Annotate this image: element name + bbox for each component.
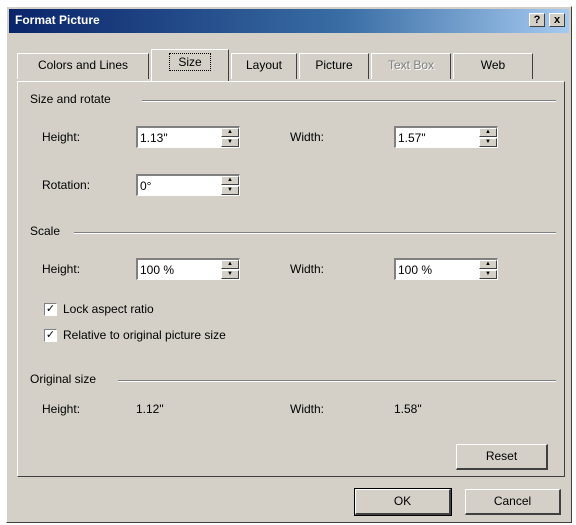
size-height-label: Height:: [42, 130, 81, 144]
tab-picture[interactable]: Picture: [299, 53, 369, 79]
lock-aspect-ratio-label: Lock aspect ratio: [63, 302, 154, 316]
scale-height-spinner[interactable]: ▲ ▼: [136, 258, 240, 280]
size-height-up-arrow-icon[interactable]: ▲: [221, 128, 239, 137]
size-height-input[interactable]: [140, 129, 210, 147]
ok-button[interactable]: OK: [354, 488, 452, 516]
rotation-up-arrow-icon[interactable]: ▲: [221, 176, 239, 185]
tab-web-label: Web: [480, 58, 506, 72]
original-size-separator: [118, 380, 556, 382]
tab-text-box[interactable]: Text Box: [371, 53, 451, 79]
scale-width-up-arrow-icon[interactable]: ▲: [479, 260, 497, 269]
scale-height-input[interactable]: [140, 261, 210, 279]
original-height-label: Height:: [42, 402, 81, 416]
size-height-down-arrow-icon[interactable]: ▼: [221, 138, 239, 147]
tab-layout-label: Layout: [245, 58, 283, 72]
size-height-arrows: ▲ ▼: [221, 128, 239, 147]
relative-original-size-label: Relative to original picture size: [63, 328, 226, 342]
rotation-spinner[interactable]: ▲ ▼: [136, 174, 240, 196]
relative-original-size-check-icon[interactable]: ✓: [44, 328, 57, 342]
size-height-spinner[interactable]: ▲ ▼: [136, 126, 240, 148]
tab-colors-and-lines-label: Colors and Lines: [37, 58, 129, 72]
scale-height-label: Height:: [42, 262, 81, 276]
original-width-label: Width:: [290, 402, 325, 416]
lock-aspect-ratio-check-icon[interactable]: ✓: [44, 302, 57, 316]
tab-text-box-label: Text Box: [387, 58, 435, 72]
scale-separator: [74, 232, 556, 234]
tab-layout[interactable]: Layout: [231, 53, 297, 79]
size-width-input[interactable]: [398, 129, 468, 147]
size-width-label: Width:: [290, 130, 325, 144]
relative-original-size-checkbox[interactable]: ✓ Relative to original picture size: [44, 328, 226, 342]
rotation-label: Rotation:: [42, 178, 91, 192]
title-bar[interactable]: Format Picture ? x: [9, 9, 569, 33]
rotation-arrows: ▲ ▼: [221, 176, 239, 195]
scale-width-label: Width:: [290, 262, 325, 276]
help-button[interactable]: ?: [529, 13, 545, 27]
cancel-button[interactable]: Cancel: [465, 489, 561, 515]
scale-width-arrows: ▲ ▼: [479, 260, 497, 279]
close-button[interactable]: x: [549, 13, 565, 27]
size-width-arrows: ▲ ▼: [479, 128, 497, 147]
original-width-value: 1.58": [394, 402, 422, 416]
scale-height-up-arrow-icon[interactable]: ▲: [221, 260, 239, 269]
size-width-spinner[interactable]: ▲ ▼: [394, 126, 498, 148]
tab-size[interactable]: Size: [151, 49, 229, 81]
tab-bar: Colors and Lines Size Layout Picture Tex…: [17, 47, 547, 83]
reset-button[interactable]: Reset: [456, 444, 548, 470]
size-tab-panel: Size and rotate Height: ▲ ▼ Width: ▲ ▼ R…: [17, 81, 565, 477]
size-rotate-separator: [142, 100, 556, 102]
dialog-title: Format Picture: [15, 13, 100, 27]
size-width-down-arrow-icon[interactable]: ▼: [479, 138, 497, 147]
scale-group-label: Scale: [30, 224, 61, 238]
tab-picture-label: Picture: [315, 58, 353, 72]
tab-web[interactable]: Web: [453, 53, 533, 79]
tab-size-label: Size: [169, 53, 211, 71]
original-height-value: 1.12": [136, 402, 164, 416]
scale-height-arrows: ▲ ▼: [221, 260, 239, 279]
lock-aspect-ratio-checkbox[interactable]: ✓ Lock aspect ratio: [44, 302, 154, 316]
rotation-input[interactable]: [140, 177, 210, 195]
scale-width-spinner[interactable]: ▲ ▼: [394, 258, 498, 280]
size-width-up-arrow-icon[interactable]: ▲: [479, 128, 497, 137]
original-size-group-label: Original size: [30, 372, 97, 386]
format-picture-dialog: Format Picture ? x Colors and Lines Size…: [6, 6, 572, 523]
tab-colors-and-lines[interactable]: Colors and Lines: [17, 53, 149, 79]
rotation-down-arrow-icon[interactable]: ▼: [221, 186, 239, 195]
scale-height-down-arrow-icon[interactable]: ▼: [221, 270, 239, 279]
scale-width-input[interactable]: [398, 261, 468, 279]
scale-width-down-arrow-icon[interactable]: ▼: [479, 270, 497, 279]
size-rotate-group-label: Size and rotate: [30, 92, 111, 106]
